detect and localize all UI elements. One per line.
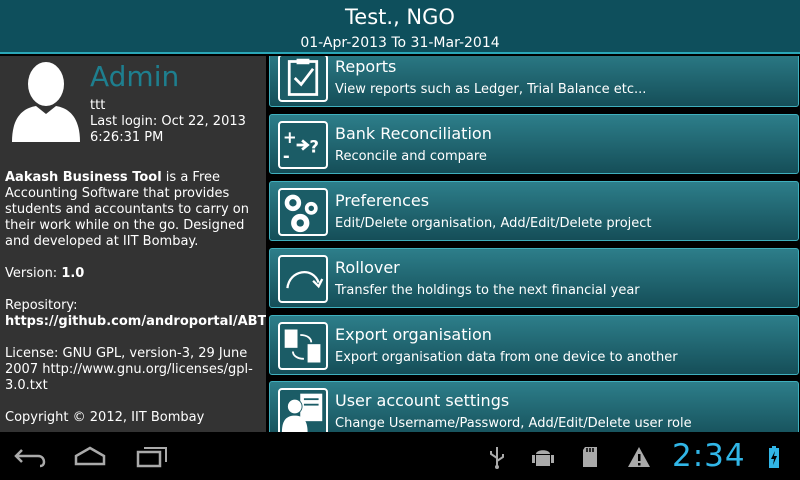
- recent-apps-icon[interactable]: [132, 442, 172, 470]
- main-menu-list[interactable]: Reports View reports such as Ledger, Tri…: [266, 56, 800, 432]
- menu-item-preferences[interactable]: Preferences Edit/Delete organisation, Ad…: [269, 181, 799, 241]
- warning-icon[interactable]: [626, 444, 652, 470]
- user-info-sidebar: Admin ttt Last login: Oct 22, 2013 6:26:…: [0, 56, 266, 432]
- home-icon[interactable]: [70, 442, 110, 470]
- menu-description: Reconcile and compare: [335, 149, 487, 164]
- user-silhouette-icon: [12, 62, 80, 142]
- repository-info: Repository: https://github.com/androport…: [5, 298, 266, 330]
- user-settings-icon: [278, 388, 328, 432]
- version-value: 1.0: [61, 266, 85, 281]
- gears-icon: [278, 188, 328, 236]
- battery-charging-icon[interactable]: [766, 444, 782, 470]
- app-name: Aakash Business Tool: [5, 170, 162, 185]
- menu-item-user-account-settings[interactable]: User account settings Change Username/Pa…: [269, 381, 799, 432]
- copyright: Copyright © 2012, IIT Bombay: [5, 410, 205, 425]
- menu-description: View reports such as Ledger, Trial Balan…: [335, 82, 647, 97]
- svg-text:+: +: [283, 128, 297, 147]
- organisation-title: Test., NGO: [345, 5, 455, 29]
- username: ttt: [90, 98, 106, 113]
- usb-icon[interactable]: [484, 444, 510, 470]
- menu-item-bank-reconciliation[interactable]: + - ? Bank Reconciliation Reconcile and …: [269, 114, 799, 174]
- sd-card-icon[interactable]: [578, 444, 604, 470]
- clipboard-check-icon: [278, 56, 328, 102]
- app-header: Test., NGO 01-Apr-2013 To 31-Mar-2014: [0, 0, 800, 54]
- repo-label: Repository:: [5, 298, 78, 313]
- back-icon[interactable]: [10, 442, 50, 470]
- svg-text:?: ?: [309, 137, 319, 156]
- menu-title: Rollover: [335, 258, 400, 277]
- system-navigation-bar: 2:34: [0, 432, 800, 480]
- svg-text:-: -: [283, 147, 290, 166]
- menu-title: User account settings: [335, 391, 510, 410]
- repo-link[interactable]: https://github.com/androportal/ABT: [5, 314, 266, 329]
- last-login: Last login: Oct 22, 2013 6:26:31 PM: [90, 114, 246, 145]
- menu-title: Reports: [335, 57, 397, 76]
- menu-title: Export organisation: [335, 325, 492, 344]
- user-role: Admin: [90, 60, 180, 93]
- menu-description: Change Username/Password, Add/Edit/Delet…: [335, 416, 692, 431]
- menu-title: Bank Reconciliation: [335, 124, 492, 143]
- menu-item-rollover[interactable]: Rollover Transfer the holdings to the ne…: [269, 248, 799, 308]
- bank-reconcile-icon: + - ?: [278, 121, 328, 169]
- version-label: Version:: [5, 266, 62, 281]
- version-info: Version: 1.0: [5, 266, 84, 282]
- menu-title: Preferences: [335, 191, 430, 210]
- menu-item-export-organisation[interactable]: Export organisation Export organisation …: [269, 315, 799, 375]
- android-debug-icon[interactable]: [530, 444, 556, 470]
- menu-description: Transfer the holdings to the next financ…: [335, 283, 640, 298]
- menu-description: Export organisation data from one device…: [335, 350, 678, 365]
- menu-description: Edit/Delete organisation, Add/Edit/Delet…: [335, 216, 652, 231]
- license-info: License: GNU GPL, version-3, 29 June 200…: [5, 346, 253, 393]
- avatar: [10, 60, 82, 142]
- status-clock[interactable]: 2:34: [672, 438, 746, 474]
- menu-item-reports[interactable]: Reports View reports such as Ledger, Tri…: [269, 56, 799, 107]
- financial-year-range: 01-Apr-2013 To 31-Mar-2014: [300, 35, 500, 51]
- rollover-arrow-icon: [278, 255, 328, 303]
- about-text: Aakash Business Tool is a Free Accountin…: [5, 170, 263, 250]
- export-devices-icon: [278, 322, 328, 370]
